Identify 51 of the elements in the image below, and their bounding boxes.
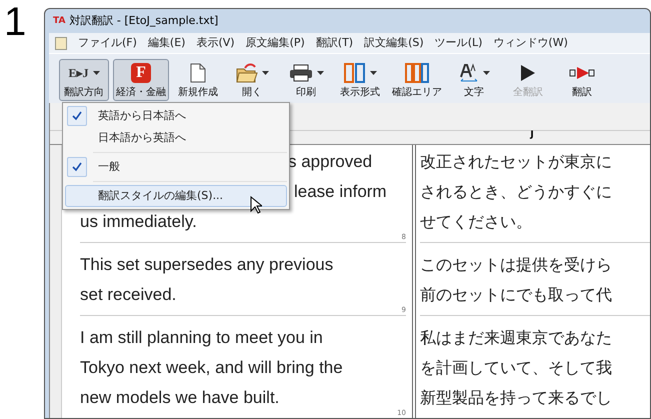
menu-option[interactable]: 翻訳スタイルの編集(S)... [65,185,287,207]
toolbar-button[interactable]: 印刷 [281,59,331,101]
source-text-line: Tokyo next week, and will bring the [80,357,343,379]
target-text-line: を計画していて、そして我 [420,357,613,379]
menu-item[interactable]: 訳文編集(S) [364,34,424,52]
menu-option[interactable]: 英語から日本語へ [65,105,287,127]
source-text-line: us immediately. [80,211,197,233]
menu-item[interactable]: 表示(V) [196,34,235,52]
source-text-line: lease inform [294,181,387,203]
printer-icon [288,64,312,82]
app-logo-icon: TA [53,16,66,26]
folder-icon [236,63,258,83]
toolbar-button[interactable]: 翻訳 [557,59,607,101]
letter-f-icon: F [131,63,151,83]
menu-item[interactable]: 編集(E) [148,34,186,52]
target-text-line: 前のセットにでも取って代 [420,284,613,306]
menu-item[interactable]: ファイル(F) [78,34,137,52]
three-column-icon [405,63,429,83]
menu-item[interactable]: 翻訳(T) [316,34,354,52]
target-text-line: せてください。 [420,211,533,233]
toolbar-button[interactable]: 文字 [449,59,499,101]
source-text-line: This set supersedes any previous [80,254,334,276]
menu-option[interactable]: 日本語から英語へ [65,127,287,149]
document-icon [190,63,206,83]
toolbar-button[interactable]: 開く [227,59,277,101]
source-text-line: new models we have built. [80,387,280,409]
source-text-line: I am still planning to meet you in [80,327,323,349]
target-text-line: されるとき、どうかすぐに [420,181,613,203]
menu-option[interactable]: 一般 [65,156,287,178]
target-text-line: 新型製品を持って来るでし [420,387,613,409]
e-to-j-icon: E▸J [68,67,88,79]
target-text-line: 改正されたセットが東京に [420,151,613,173]
source-text-line: set received. [80,284,176,306]
toolbar-button[interactable]: 表示形式 [335,59,385,101]
toolbar-button[interactable]: E▸J 翻訳方向 [59,59,109,101]
translate-arrow-icon [569,65,595,81]
toolbar-button[interactable]: 確認エリア [389,59,445,101]
column-header: J [530,131,534,142]
menu-item[interactable]: ウィンドウ(W) [493,34,568,52]
document-menu-icon[interactable] [55,36,67,50]
toolbar-button[interactable]: 新規作成 [173,59,223,101]
font-size-icon [458,63,478,83]
menu-item[interactable]: ツール(L) [434,34,482,52]
two-column-icon [344,63,366,83]
menu-item[interactable]: 原文編集(P) [246,34,305,52]
target-text-line: 私はまだ来週東京であなた [420,327,613,349]
target-text-line: このセットは提供を受けら [420,254,613,276]
toolbar-button[interactable]: F 経済・金融 [113,59,169,101]
window-title: 対訳翻訳 - [EtoJ_sample.txt] [69,12,218,29]
step-number: 1 [3,0,28,46]
play-icon [520,64,536,82]
